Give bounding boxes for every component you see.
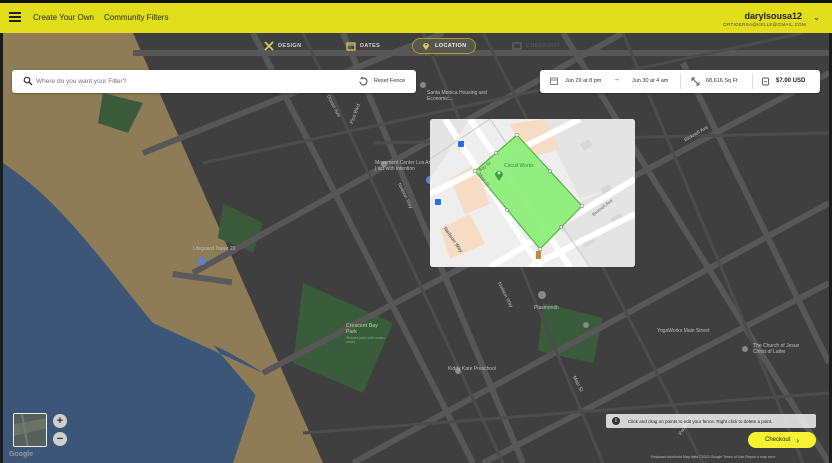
area-icon [691, 77, 700, 86]
checkout-icon [512, 42, 522, 50]
tab-location[interactable]: LOCATION [412, 38, 476, 54]
price: $7.00 USD [776, 78, 806, 84]
tab-design[interactable]: DESIGN [256, 38, 310, 54]
search-icon [23, 76, 33, 86]
satellite-icon [14, 414, 46, 446]
step-tabs: DESIGN DATES LOCATION CHECKOUT [0, 33, 832, 58]
menu-icon[interactable] [9, 12, 21, 22]
tab-design-label: DESIGN [278, 43, 302, 49]
calendar-icon [346, 42, 356, 51]
preview-label-circuit-works: Circuit Works [504, 163, 534, 169]
top-bar: Create Your Own Community Filters daryls… [0, 0, 832, 33]
tools-icon [264, 41, 274, 51]
map-label-lifeguard-tower: Lifeguard Tower 20 [193, 246, 236, 252]
map-attribution[interactable]: Keyboard shortcuts Map data ©2022 Google… [651, 455, 776, 459]
map-type-thumbnail[interactable] [13, 413, 47, 447]
arrow-right-icon: → [613, 76, 620, 83]
user-email: ORTIGERSA@KELLE@GMAIL.COM [723, 22, 806, 27]
google-logo: Google [9, 451, 34, 458]
map-label-santa-monica-housing: Santa Monica Housing and Economic... [427, 90, 488, 102]
tab-location-label: LOCATION [435, 43, 467, 49]
nav-community-filters[interactable]: Community Filters [104, 13, 168, 22]
fence-info-panel: Jun 29 at 8 pm → Jun 30 at 4 am 68,616 S… [540, 70, 820, 93]
chevron-right-icon: › [796, 435, 800, 445]
search-bar: Reset Fence [12, 70, 416, 93]
zoom-in-button[interactable]: + [53, 414, 67, 428]
calendar-icon [550, 77, 558, 85]
checkout-label: Checkout [764, 437, 791, 443]
price-tag-icon [762, 77, 769, 86]
fence-tip-text: Click and drag on points to edit your fe… [628, 418, 773, 424]
tab-dates-label: DATES [360, 43, 381, 49]
map-label-crescent-bay-sub: Shaded park with ocean views [346, 336, 385, 344]
tab-dates[interactable]: DATES [338, 38, 388, 54]
map-label-church: The Church of Jesus Christ of Latter [753, 343, 800, 355]
map-label-yogaworks: YogaWorks Main Street [657, 328, 710, 334]
fence-preview-canvas [430, 119, 635, 267]
nav-create-your-own[interactable]: Create Your Own [33, 13, 94, 22]
zoom-out-button[interactable]: − [53, 432, 67, 446]
divider [680, 74, 681, 89]
reset-fence-button[interactable]: Reset Fence [374, 78, 405, 84]
search-input[interactable] [36, 73, 346, 90]
reset-icon[interactable] [358, 76, 369, 87]
end-time[interactable]: Jun 30 at 4 am [632, 78, 668, 84]
start-time[interactable]: Jun 29 at 8 pm [565, 78, 601, 84]
user-name[interactable]: darylsousa12 [744, 11, 802, 21]
tab-checkout: CHECKOUT [504, 38, 568, 54]
chevron-down-icon[interactable]: ⌄ [813, 13, 820, 22]
map-label-plasmonith: Plasmonith [534, 305, 559, 311]
fence-area: 68,616 Sq Ft [706, 78, 738, 84]
fence-tip: i Click and drag on points to edit your … [606, 414, 816, 428]
fence-preview-map[interactable]: Circuit Works Bay St Main St Bicknell Av… [430, 119, 635, 267]
divider [752, 74, 753, 89]
pin-icon [423, 43, 429, 50]
checkout-button[interactable]: Checkout › [748, 432, 816, 448]
map[interactable]: Santa Monica Housing and Economic... Mov… [3, 33, 829, 463]
map-canvas [3, 33, 829, 463]
info-icon: i [612, 417, 620, 425]
map-label-crescent-bay-park: Crescent Bay Park [346, 323, 378, 335]
tab-checkout-label: CHECKOUT [526, 43, 561, 49]
map-label-kiddy-kare: Kiddy Kare Preschool [448, 366, 497, 372]
